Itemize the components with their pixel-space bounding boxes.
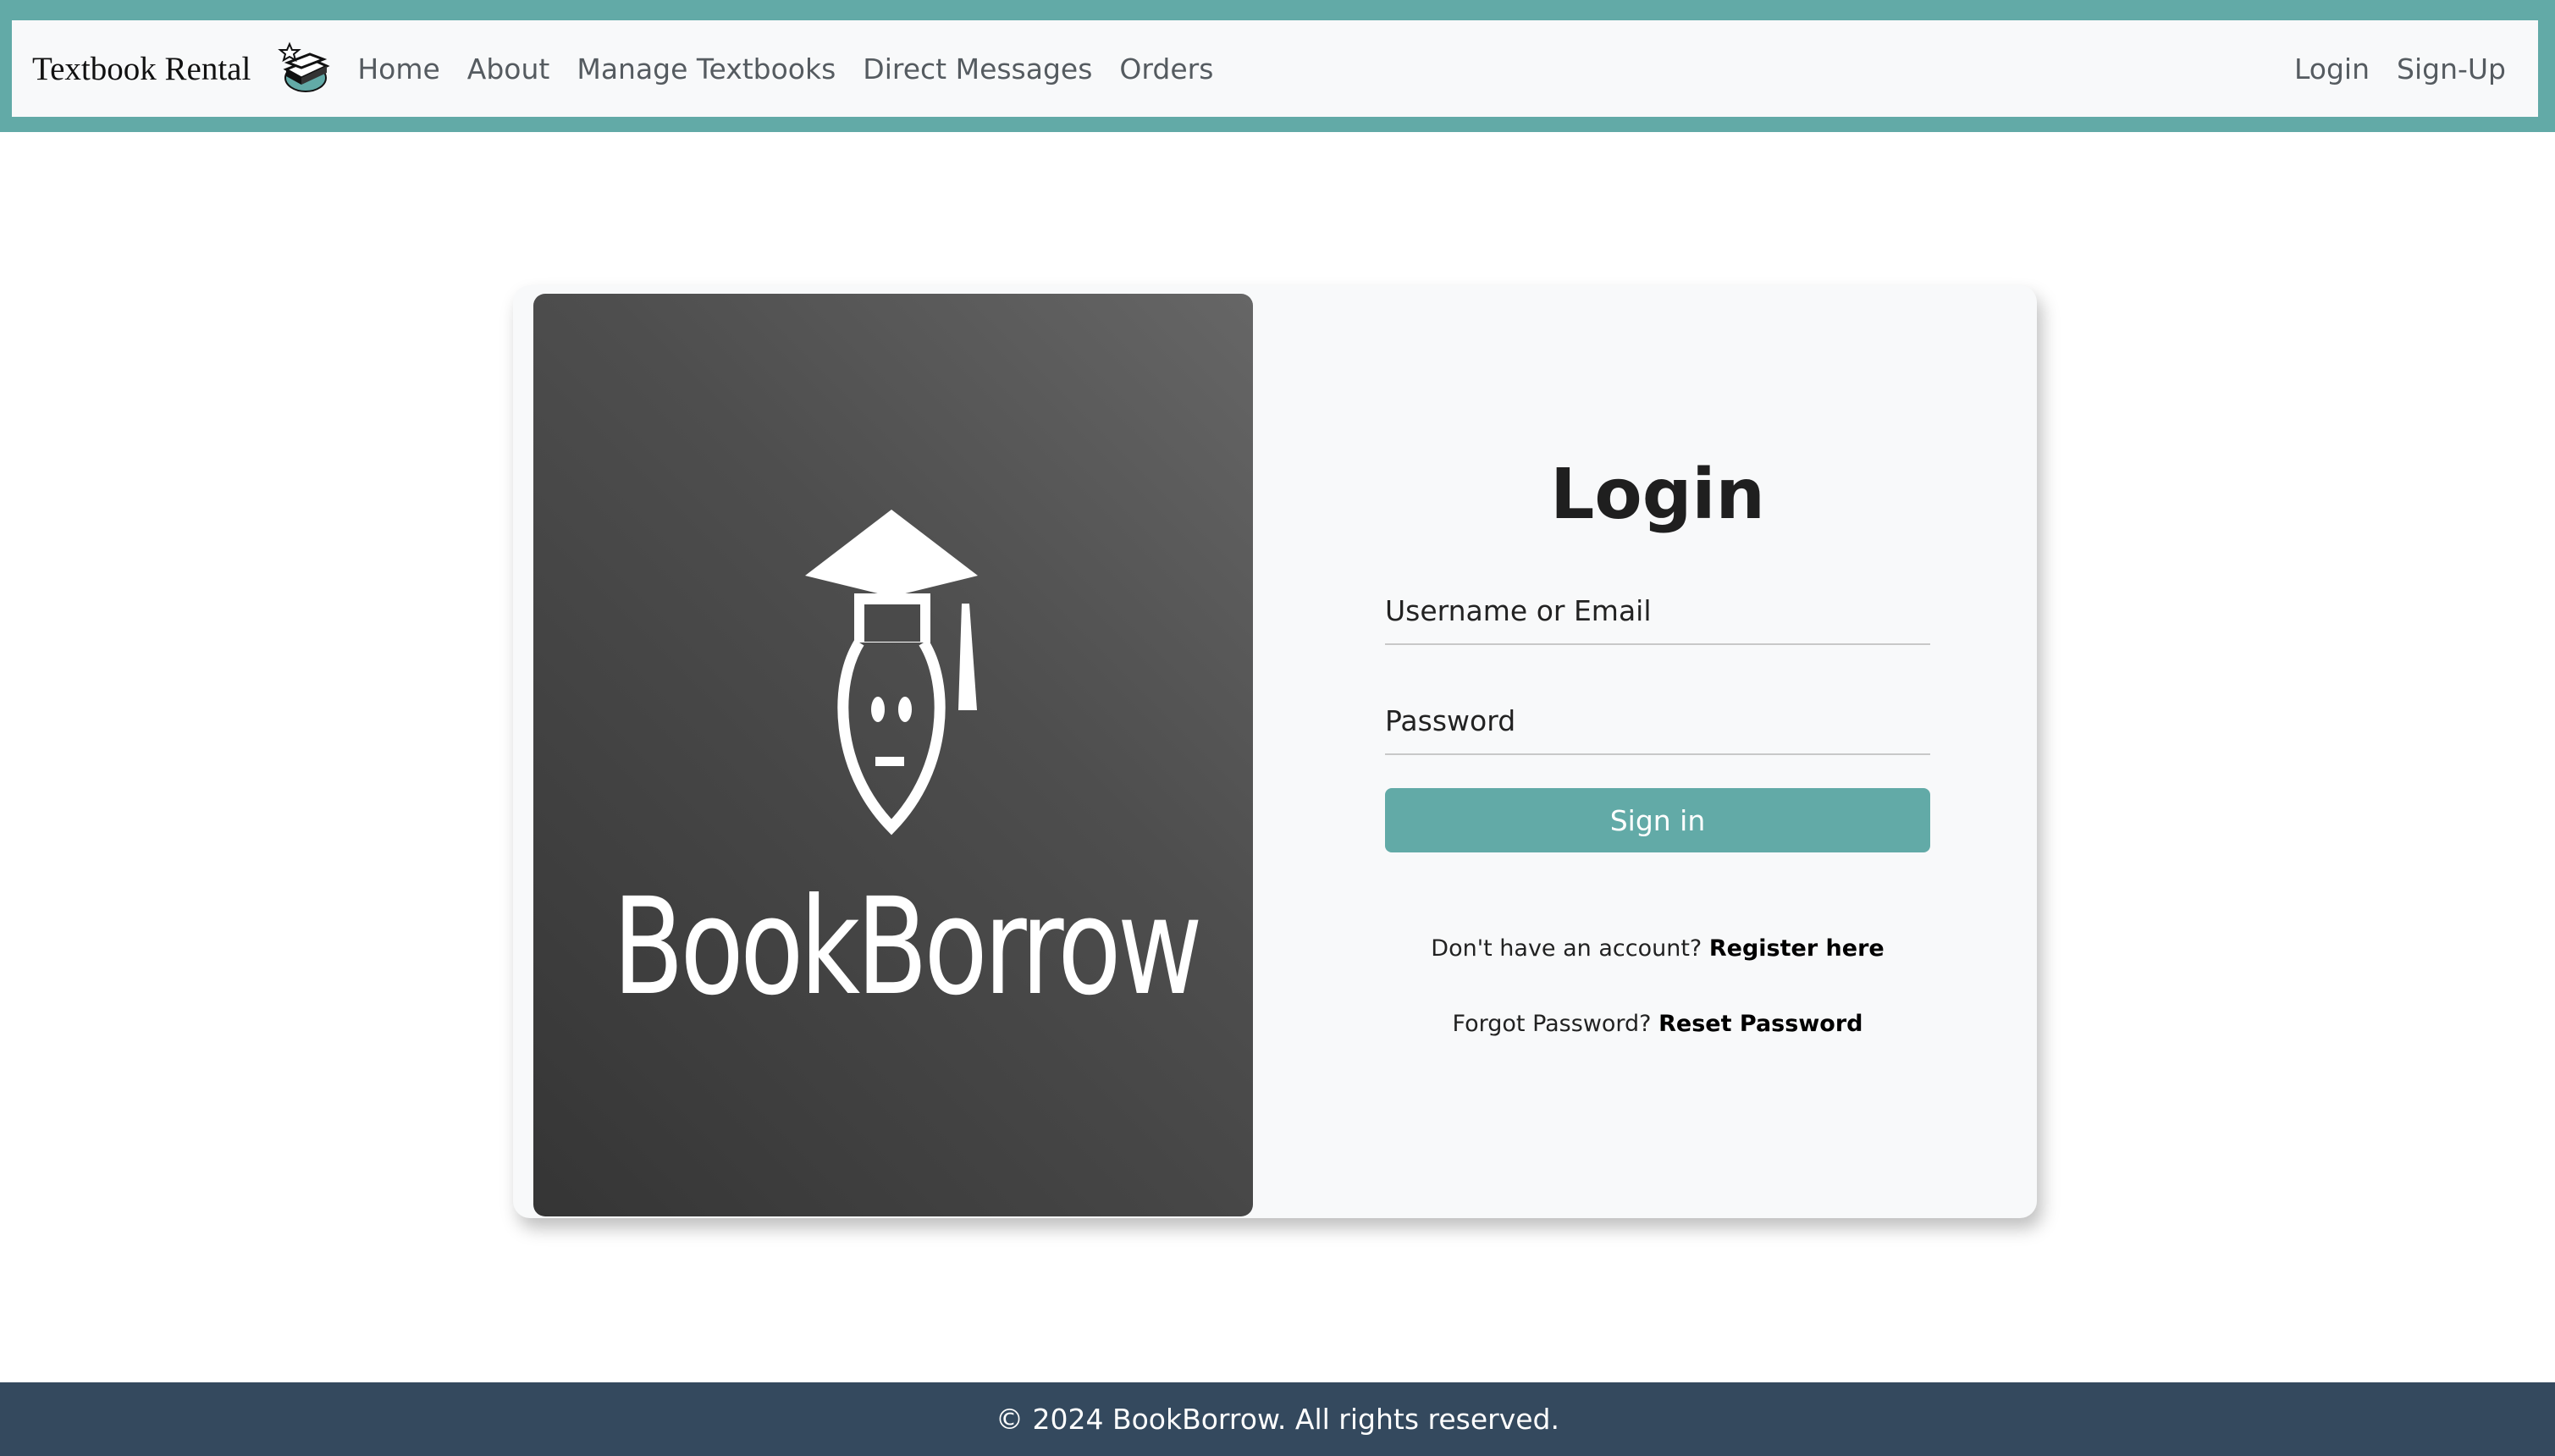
nav-link-direct-messages[interactable]: Direct Messages (863, 52, 1092, 85)
username-input[interactable] (1385, 577, 1930, 643)
password-input[interactable] (1385, 687, 1930, 753)
nav-link-about[interactable]: About (467, 52, 550, 85)
navbar-inner: Textbook Rental Home About Manage Textbo… (12, 20, 2538, 117)
footer: © 2024 BookBorrow. All rights reserved. (0, 1382, 2555, 1456)
brand-title[interactable]: Textbook Rental (32, 50, 251, 88)
login-form: Login Sign in Don't have an account? Reg… (1385, 285, 1930, 1216)
hero-panel: BookBorrow (533, 294, 1253, 1216)
register-prompt: Don't have an account? (1431, 935, 1702, 962)
nav-links: Home About Manage Textbooks Direct Messa… (357, 52, 1240, 85)
sign-in-button[interactable]: Sign in (1385, 788, 1930, 852)
navbar: Textbook Rental Home About Manage Textbo… (0, 0, 2555, 132)
nav-link-home[interactable]: Home (357, 52, 439, 85)
register-link[interactable]: Register here (1709, 935, 1885, 962)
reset-prompt: Forgot Password? (1452, 1011, 1652, 1037)
login-title: Login (1550, 455, 1765, 535)
nav-link-manage-textbooks[interactable]: Manage Textbooks (577, 52, 836, 85)
login-card: BookBorrow Login Sign in Don't have an a… (513, 285, 2037, 1218)
book-stack-icon (278, 41, 330, 92)
nav-auth-links: Login Sign-Up (2267, 20, 2506, 117)
nav-link-orders[interactable]: Orders (1119, 52, 1213, 85)
reset-hint: Forgot Password? Reset Password (1385, 1011, 1930, 1037)
nav-link-signup[interactable]: Sign-Up (2397, 52, 2506, 85)
nav-link-login[interactable]: Login (2294, 52, 2370, 85)
username-field (1385, 577, 1930, 645)
hero-title: BookBorrow (612, 869, 1203, 1025)
reset-password-link[interactable]: Reset Password (1658, 1011, 1862, 1037)
register-hint: Don't have an account? Register here (1385, 935, 1930, 962)
password-field (1385, 687, 1930, 755)
graduation-cap-mascot-icon (805, 510, 978, 836)
footer-copyright: © 2024 BookBorrow. All rights reserved. (996, 1403, 1559, 1436)
